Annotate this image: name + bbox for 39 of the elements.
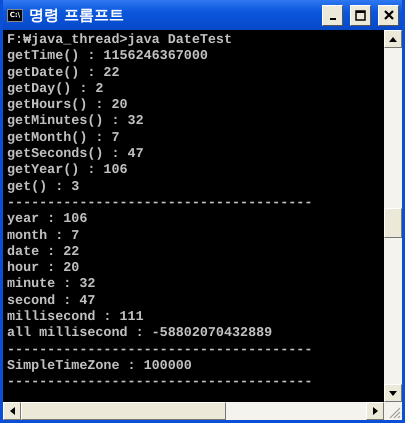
console-line: month : 7 [7, 228, 80, 245]
console-line: getYear() : 106 [7, 163, 129, 180]
console-line: date : 22 [7, 244, 80, 261]
horizontal-scroll-thumb[interactable] [21, 402, 226, 420]
console-line: all millisecond : -58802070432889 [7, 326, 274, 343]
down-arrow-icon [389, 390, 397, 396]
console-line: getMonth() : 7 [7, 130, 120, 147]
console-line: SimpleTimeZone : 100000 [7, 358, 193, 376]
maximize-button[interactable] [350, 4, 371, 26]
console-line: -------------------------------------- [7, 342, 314, 359]
scroll-left-button[interactable] [3, 402, 21, 420]
close-icon [384, 10, 394, 20]
console-line: second : 47 [7, 294, 96, 310]
window-title: 명령 프롬프트 [29, 4, 126, 26]
up-arrow-icon [389, 36, 397, 42]
right-arrow-icon [372, 407, 378, 415]
console-line: F:₩java_thread>java DateTest [7, 33, 233, 49]
console-line: millisecond : 111 [7, 310, 145, 326]
console-line: getHours() : 20 [7, 98, 129, 114]
console-line: -------------------------------------- [7, 375, 314, 392]
console-line: getTime() : 1156246367000 [7, 49, 209, 66]
console-line: getSeconds() : 47 [7, 147, 145, 163]
console-line: getDate() : 22 [7, 66, 120, 82]
scroll-down-button[interactable] [384, 384, 402, 402]
minimize-button[interactable] [322, 4, 343, 26]
close-button[interactable] [378, 4, 399, 26]
minimize-icon [330, 18, 336, 20]
console-line: get() : 3 [7, 180, 80, 196]
scroll-up-button[interactable] [384, 30, 402, 48]
console-line: year : 106 [7, 212, 88, 229]
console-line: getMinutes() : 32 [7, 114, 145, 131]
maximize-icon [355, 10, 366, 20]
console-line: minute : 32 [7, 277, 96, 294]
left-arrow-icon [10, 407, 14, 415]
vertical-scroll-thumb[interactable] [384, 208, 402, 238]
console-line: -------------------------------------- [7, 196, 314, 212]
console-line: getDay() : 2 [7, 82, 104, 98]
console-line: hour : 20 [7, 261, 80, 277]
scroll-right-button[interactable] [366, 402, 384, 420]
